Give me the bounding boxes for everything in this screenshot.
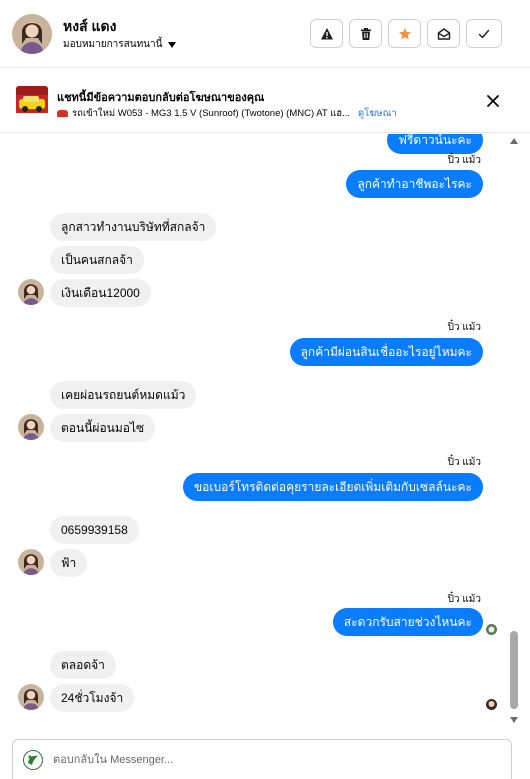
- mark-done-button[interactable]: [466, 19, 502, 48]
- incoming-message[interactable]: เคยผ่อนรถยนต์หมดแม้ว: [50, 381, 197, 409]
- sender-label: ปิ๋ว แม้ว: [447, 594, 481, 605]
- contact-name[interactable]: หงส์ แดง: [63, 16, 116, 38]
- checkmark-icon: [478, 29, 490, 38]
- incoming-message[interactable]: ลูกสาวทำงานบริษัทที่สกลจ้า: [50, 213, 217, 241]
- outgoing-message[interactable]: ลูกค้าทำอาชีพอะไรคะ: [346, 170, 483, 198]
- sender-label: ปิ๋ว แม้ว: [447, 155, 481, 166]
- close-icon[interactable]: [486, 94, 500, 108]
- contact-avatar-small: [18, 279, 44, 305]
- incoming-message[interactable]: เป็นคนสกลจ้า: [50, 246, 144, 274]
- conversation-header: หงส์ แดง มอบหมายการสนทนานี้: [0, 0, 530, 68]
- reply-composer: [12, 739, 512, 779]
- car-icon: [57, 110, 68, 117]
- ad-banner-title: แชทนี้มีข้อความตอบกลับต่อโฆษณาของคุณ: [57, 92, 265, 104]
- read-receipt-avatar: [486, 699, 497, 710]
- assign-label: มอบหมายการสนทนานี้: [63, 39, 163, 50]
- contact-avatar-small: [18, 684, 44, 710]
- trash-icon: [360, 27, 371, 40]
- page-logo-icon: [23, 750, 43, 770]
- view-ad-link[interactable]: ดูโฆษณา: [358, 106, 397, 121]
- ad-description: รถเข้าใหม่ W053 - MG3 1.5 V (Sunroof) (T…: [72, 108, 350, 119]
- scroll-down-arrow-icon[interactable]: [510, 717, 518, 723]
- outgoing-message[interactable]: ขอเบอร์โทรติดต่อคุยรายละเอียดเพิ่มเติมกั…: [182, 473, 483, 501]
- ad-banner-subtitle: รถเข้าใหม่ W053 - MG3 1.5 V (Sunroof) (T…: [57, 106, 397, 121]
- mark-unread-button[interactable]: [427, 19, 460, 48]
- reply-input[interactable]: [53, 740, 493, 779]
- sender-label: ปิ๋ว แม้ว: [447, 457, 481, 468]
- contact-avatar-small: [18, 414, 44, 440]
- scrollbar-thumb[interactable]: [510, 631, 518, 709]
- star-button[interactable]: [388, 19, 421, 48]
- delete-button[interactable]: [349, 19, 382, 48]
- sender-label: ปิ๋ว แม้ว: [447, 322, 481, 333]
- envelope-open-icon: [437, 27, 450, 40]
- outgoing-message[interactable]: ลูกค้ามีผ่อนสินเชื่ออะไรอยู่ไหมคะ: [289, 338, 483, 366]
- incoming-message[interactable]: 0659939158: [50, 516, 139, 544]
- warning-icon: [320, 27, 333, 39]
- incoming-message[interactable]: 24ชั่วโมงจ้า: [50, 684, 135, 712]
- chevron-down-icon: [168, 41, 177, 48]
- incoming-message[interactable]: ตอนนี้ผ่อนมอไซ: [50, 414, 156, 442]
- assign-conversation-dropdown[interactable]: มอบหมายการสนทนานี้: [63, 37, 177, 52]
- contact-avatar-small: [18, 549, 44, 575]
- outgoing-message[interactable]: ฟรีดาวน์นะคะ: [387, 134, 483, 154]
- ad-thumbnail[interactable]: [16, 86, 48, 118]
- report-spam-button[interactable]: [310, 19, 343, 48]
- incoming-message[interactable]: ตลอดจ้า: [50, 651, 116, 679]
- outgoing-message[interactable]: สะดวกรับสายช่วงไหนคะ: [332, 608, 483, 636]
- ad-reply-banner: แชทนี้มีข้อความตอบกลับต่อโฆษณาของคุณ รถเ…: [0, 69, 530, 133]
- read-receipt-avatar: [486, 624, 497, 635]
- incoming-message[interactable]: ฟ้า: [50, 549, 88, 577]
- message-thread: ฟรีดาวน์นะคะ ปิ๋ว แม้ว ลูกค้าทำอาชีพอะไร…: [0, 134, 530, 732]
- contact-avatar[interactable]: [12, 14, 52, 54]
- star-icon: [398, 27, 411, 39]
- incoming-message[interactable]: เงินเดือน12000: [50, 279, 151, 307]
- header-actions: [310, 19, 502, 48]
- scroll-up-arrow-icon[interactable]: [510, 138, 518, 144]
